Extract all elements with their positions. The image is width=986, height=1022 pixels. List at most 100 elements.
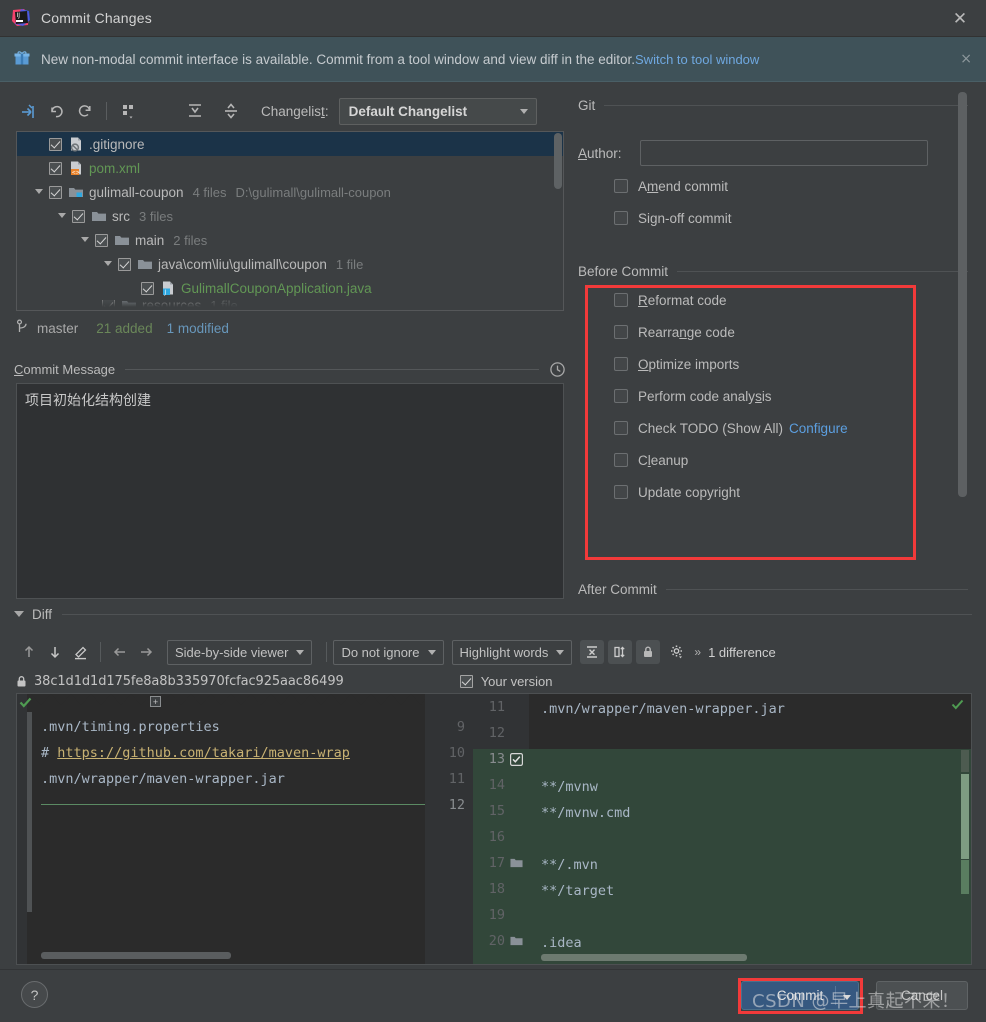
file-checkbox[interactable] <box>118 257 131 271</box>
diff-right-pane[interactable]: .mvn/wrapper/maven-wrapper.jar **/mvnw **/… <box>529 694 971 964</box>
accept-change-checkbox[interactable] <box>510 752 523 766</box>
file-checkbox[interactable] <box>49 137 62 151</box>
signoff-commit-checkbox[interactable]: Sign-off commit <box>614 206 968 230</box>
edit-source-icon[interactable] <box>68 640 94 664</box>
file-name: resources <box>142 300 202 310</box>
before-commit-checkbox[interactable]: Perform code analysis <box>614 384 968 408</box>
file-checkbox[interactable] <box>72 209 85 223</box>
highlight-mode-select[interactable]: Highlight words <box>451 639 573 665</box>
author-field[interactable] <box>640 140 928 166</box>
diff-viewer[interactable]: + .mvn/timing.properties # https://github… <box>16 693 972 965</box>
changed-files-tree[interactable]: .gitignore <> pom.xml gulimall-coupon 4 file… <box>16 131 564 311</box>
checkbox-box[interactable] <box>614 389 628 403</box>
file-name: src <box>112 208 130 224</box>
divider <box>665 588 968 590</box>
revision-hash: 38c1d1d1d175fe8a8b335970fcfac925aac86499 <box>34 673 344 689</box>
tree-row[interactable]: gulimall-coupon 4 files D:\gulimall\gulima… <box>17 180 563 204</box>
chevron-down-icon[interactable] <box>102 258 118 271</box>
chevron-down-icon <box>556 649 565 655</box>
close-icon[interactable]: ✕ <box>950 9 970 29</box>
commit-options-panel: Git Author: Amend commit Sign-off commit… <box>578 96 968 601</box>
checkbox-box[interactable] <box>614 293 628 307</box>
rollback-icon[interactable] <box>42 98 70 124</box>
left-vertical-marker <box>27 712 32 912</box>
tree-row[interactable]: <> pom.xml <box>17 156 563 180</box>
chevron-more-icon[interactable]: » <box>694 645 701 659</box>
line-number-row: 20 <box>473 928 529 954</box>
configure-link[interactable]: Configure <box>789 421 848 436</box>
collapse-all-icon[interactable] <box>217 98 245 124</box>
before-commit-checkbox[interactable]: Rearrange code <box>614 320 968 344</box>
cancel-button[interactable]: Cancel <box>876 981 968 1010</box>
right-scroll-marker-bottom <box>961 860 969 894</box>
divider <box>125 368 539 370</box>
next-file-icon[interactable] <box>133 640 159 664</box>
java-file-icon: J <box>160 280 176 296</box>
changelist-select[interactable]: Default Changelist <box>338 97 537 125</box>
checkbox-box[interactable] <box>614 179 628 193</box>
refresh-icon[interactable] <box>70 98 98 124</box>
tree-row[interactable]: main 2 files <box>17 228 563 252</box>
viewer-mode-select[interactable]: Side-by-side viewer <box>167 639 313 665</box>
chevron-down-icon[interactable] <box>33 186 49 199</box>
git-group-header: Git <box>578 96 968 114</box>
tree-row[interactable]: resources 1 file <box>17 300 563 310</box>
previous-difference-icon[interactable] <box>16 640 42 664</box>
chevron-down-icon[interactable] <box>56 210 72 223</box>
file-checkbox[interactable] <box>49 161 62 175</box>
expand-all-icon[interactable] <box>181 98 209 124</box>
collapse-triangle-icon[interactable] <box>14 611 24 617</box>
show-diff-icon[interactable] <box>14 98 42 124</box>
switch-to-tool-window-link[interactable]: Switch to tool window <box>635 52 759 67</box>
chevron-down-icon[interactable] <box>843 995 851 1000</box>
line-number-row: 16 <box>473 824 529 850</box>
checkbox-box[interactable] <box>614 485 628 499</box>
file-checkbox[interactable] <box>95 233 108 247</box>
previous-file-icon[interactable] <box>107 640 133 664</box>
tree-scrollbar[interactable] <box>554 133 562 189</box>
file-checkbox[interactable] <box>102 300 115 310</box>
tree-row[interactable]: J GulimallCouponApplication.java <box>17 276 563 300</box>
right-scrollbar-thumb[interactable] <box>961 774 969 859</box>
checkbox-box[interactable] <box>614 421 628 435</box>
checkbox-box[interactable] <box>614 453 628 467</box>
read-only-lock-icon[interactable] <box>636 640 661 664</box>
clock-history-icon[interactable] <box>549 361 566 378</box>
expand-collapsed-lines-button[interactable]: + <box>150 696 161 707</box>
ignore-mode-select[interactable]: Do not ignore <box>333 639 444 665</box>
gear-icon[interactable] <box>664 640 690 664</box>
diff-section-title: Diff <box>32 606 53 622</box>
your-version-checkbox[interactable]: Your version <box>459 674 553 689</box>
checkbox-box[interactable] <box>614 325 628 339</box>
modified-count: 1 modified <box>166 320 229 336</box>
diff-left-pane[interactable]: + .mvn/timing.properties # https://github… <box>17 694 425 964</box>
tree-row[interactable]: .gitignore <box>17 132 563 156</box>
notification-close-icon[interactable]: × <box>960 51 972 67</box>
before-commit-checkbox[interactable]: Update copyright <box>614 480 968 504</box>
help-button[interactable]: ? <box>21 981 48 1008</box>
options-scrollbar[interactable] <box>958 92 967 497</box>
align-changes-icon[interactable] <box>608 640 633 664</box>
before-commit-checkbox[interactable]: Reformat code <box>614 288 968 312</box>
checkbox-box[interactable] <box>614 211 628 225</box>
before-commit-checkbox[interactable]: Cleanup <box>614 448 968 472</box>
tree-row[interactable]: java\com\liu\gulimall\coupon 1 file <box>17 252 563 276</box>
checkbox-box[interactable] <box>459 674 473 688</box>
commit-button[interactable]: Commit <box>741 981 859 1010</box>
file-checkbox[interactable] <box>141 281 154 295</box>
before-commit-checkbox[interactable]: Check TODO (Show All) Configure <box>614 416 968 440</box>
checkbox-box[interactable] <box>614 357 628 371</box>
amend-commit-checkbox[interactable]: Amend commit <box>614 174 968 198</box>
tree-row[interactable]: src 3 files <box>17 204 563 228</box>
before-commit-checkbox[interactable]: Optimize imports <box>614 352 968 376</box>
diff-right-line-numbers: 11 12 13 14 15 16 17 18 19 20 <box>473 694 529 964</box>
next-difference-icon[interactable] <box>42 640 68 664</box>
file-checkbox[interactable] <box>49 185 62 199</box>
collapse-unchanged-icon[interactable] <box>580 640 605 664</box>
chevron-down-icon[interactable] <box>79 234 95 247</box>
file-count: 1 file <box>210 300 238 310</box>
commit-message-input[interactable]: 项目初始化结构创建 <box>16 383 564 599</box>
left-horizontal-scrollbar[interactable] <box>41 952 231 959</box>
group-by-icon[interactable] <box>115 98 143 124</box>
line-number: 12 <box>488 725 505 741</box>
